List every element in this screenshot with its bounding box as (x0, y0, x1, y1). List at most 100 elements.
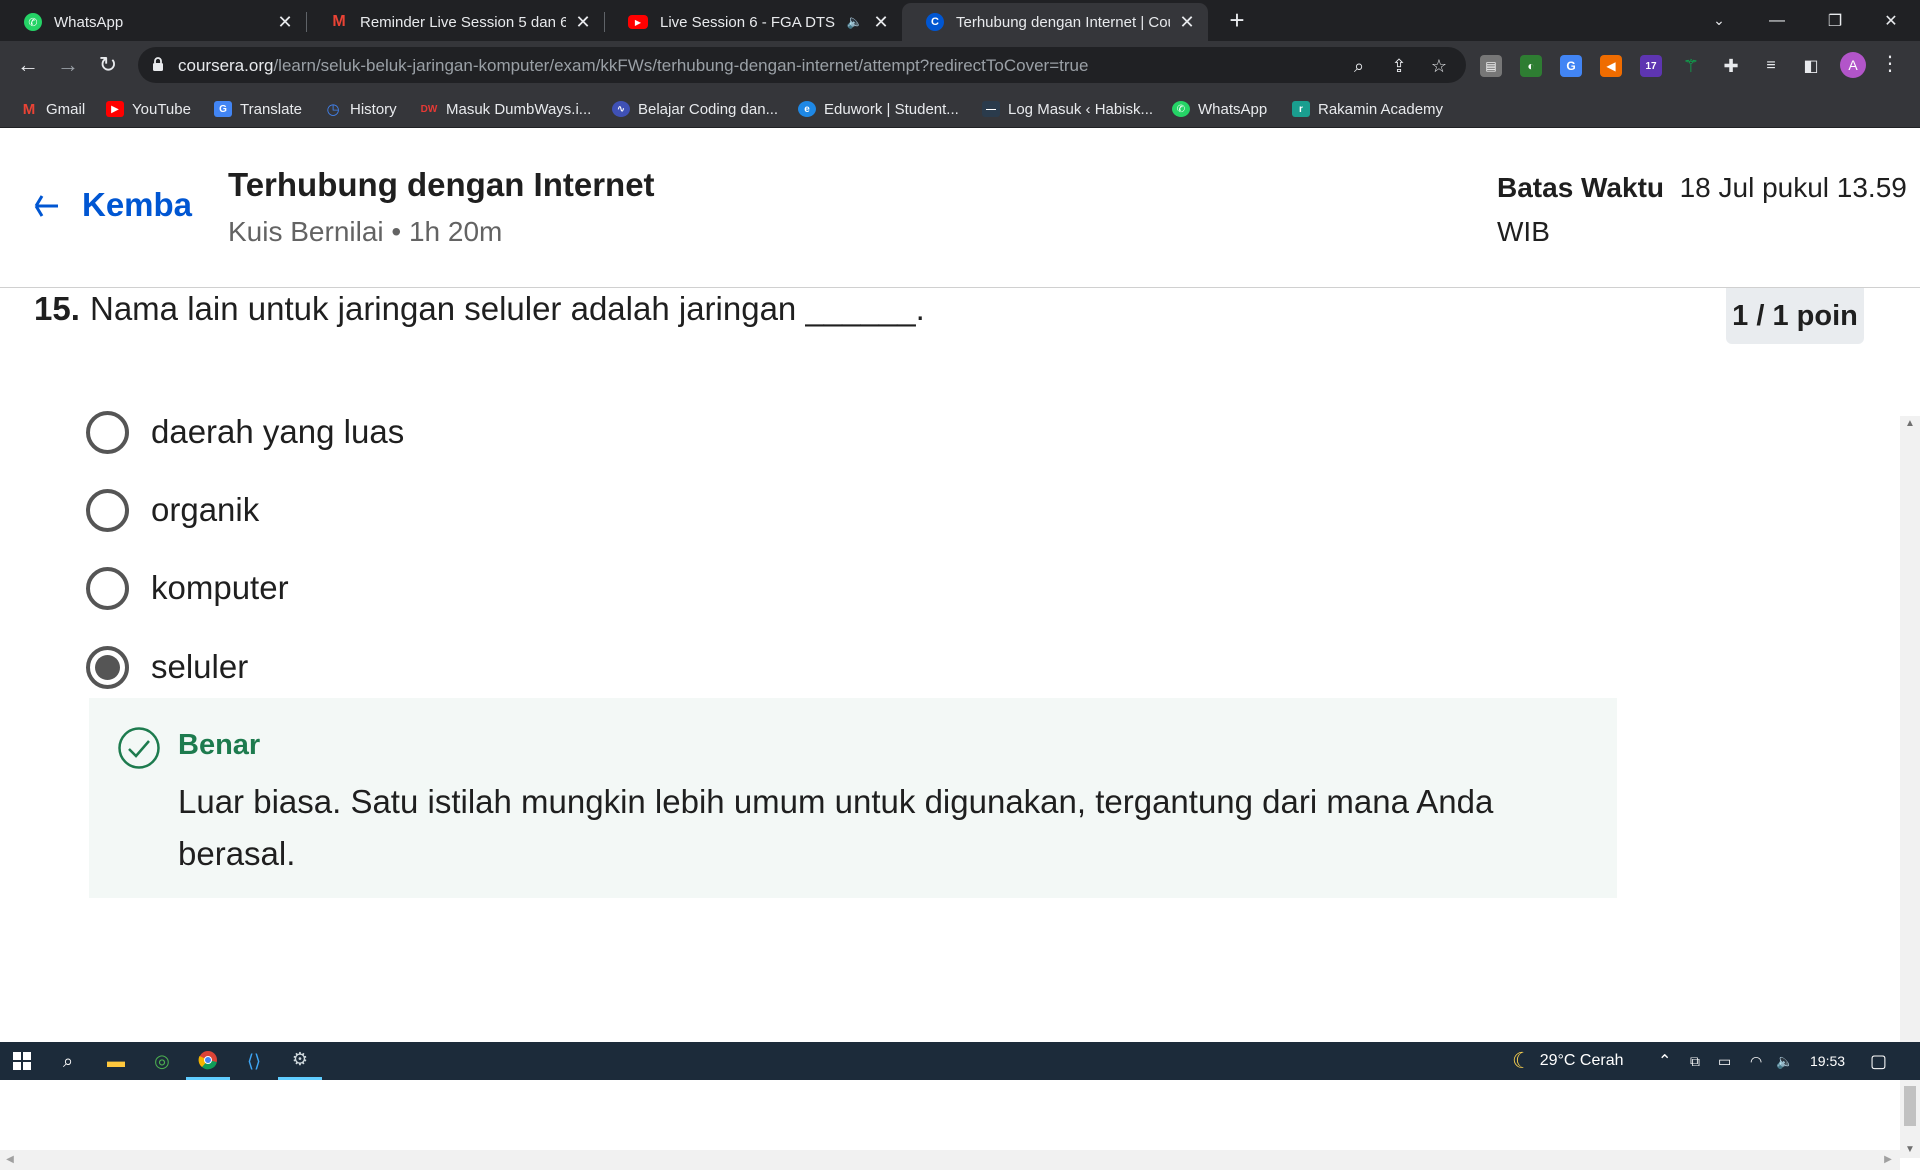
share-icon[interactable]: ⇪ (1388, 55, 1410, 77)
dumbways-icon: DW (420, 103, 438, 115)
coursera-icon: C (926, 13, 944, 31)
bookmark-history[interactable]: ◷ History (324, 98, 396, 120)
google-translate-icon[interactable]: G (1560, 55, 1582, 77)
bookmark-habisk[interactable]: — Log Masuk ‹ Habisk... (982, 98, 1153, 120)
extension-icon[interactable]: ◀ (1600, 55, 1622, 77)
wifi-icon[interactable]: ◠ (1750, 1042, 1762, 1080)
battery-icon[interactable]: ▭ (1718, 1042, 1731, 1080)
mute-icon[interactable]: 🔈 (846, 14, 864, 30)
rakamin-icon: r (1292, 101, 1310, 117)
habisk-icon: — (982, 101, 1000, 117)
bookmark-label: WhatsApp (1198, 100, 1268, 118)
answer-option[interactable]: seluler (86, 643, 248, 691)
vscode-icon[interactable]: ⟨⟩ (232, 1042, 276, 1080)
radio-dot (95, 654, 120, 680)
tab-youtube[interactable]: ▶ Live Session 6 - FGA DTS Alu 🔈 ✕ (604, 3, 902, 41)
bookmark-youtube[interactable]: ▶ YouTube (106, 98, 191, 120)
chrome-icon[interactable] (186, 1042, 230, 1080)
tab-search-icon[interactable]: ⌄ (1690, 0, 1748, 41)
media-control-icon[interactable]: ≡ (1760, 55, 1782, 77)
eduwork-icon: e (798, 101, 816, 117)
scroll-left-icon[interactable]: ◀ (4, 1154, 16, 1166)
option-label: seluler (151, 648, 249, 685)
back-button[interactable]: ← (12, 49, 44, 81)
bookmark-label: YouTube (132, 100, 191, 118)
app-icon[interactable]: ◎ (140, 1042, 184, 1080)
bookmark-dicoding[interactable]: ∿ Belajar Coding dan... (612, 98, 778, 120)
restore-button[interactable]: ❐ (1806, 0, 1864, 41)
bookmark-label: Belajar Coding dan... (638, 100, 779, 118)
side-panel-icon[interactable]: ◧ (1800, 55, 1822, 77)
forward-button[interactable]: → (52, 49, 84, 81)
tab-coursera[interactable]: C Terhubung dengan Internet | Cou ✕ (902, 3, 1208, 41)
page-title: Terhubung dengan Internet (228, 166, 655, 203)
radio-button[interactable] (86, 566, 129, 610)
file-explorer-icon[interactable]: ▬ (94, 1042, 138, 1080)
quiz-header: Kembali Terhubung dengan Internet Kuis B… (0, 128, 1920, 288)
answer-option[interactable]: daerah yang luas (86, 408, 404, 456)
radio-button-selected[interactable] (86, 645, 129, 689)
zoom-icon[interactable]: ⌕ (1348, 55, 1370, 77)
bookmark-star-icon[interactable]: ☆ (1428, 55, 1450, 77)
windows-start-icon[interactable] (0, 1042, 44, 1080)
extension-icon[interactable]: ⚚ (1680, 55, 1702, 77)
show-hidden-icons[interactable]: ⌃ (1658, 1042, 1671, 1080)
question-number: 15. (34, 290, 80, 327)
horizontal-scrollbar[interactable]: ◀ ▶ (0, 1150, 1900, 1170)
notification-icon[interactable]: ▢ (1870, 1042, 1887, 1080)
back-arrow-icon[interactable] (32, 188, 60, 224)
close-tab-icon[interactable]: ✕ (574, 12, 592, 33)
scroll-up-icon[interactable]: ▲ (1904, 418, 1916, 430)
scroll-right-icon[interactable]: ▶ (1882, 1154, 1894, 1166)
new-tab-button[interactable]: + (1222, 6, 1252, 36)
tab-title: Terhubung dengan Internet | Cou (956, 13, 1170, 31)
tab-strip: ✆ WhatsApp ✕ M Reminder Live Session 5 d… (0, 0, 1920, 41)
answer-option[interactable]: organik (86, 486, 259, 534)
address-bar[interactable]: coursera.org/learn/seluk-beluk-jaringan-… (138, 47, 1466, 83)
extension-icon[interactable]: ◐ (1520, 55, 1542, 77)
tab-gmail[interactable]: M Reminder Live Session 5 dan 6 - F ✕ (306, 3, 604, 41)
answer-option[interactable]: komputer (86, 564, 289, 612)
bookmark-gmail[interactable]: M Gmail (20, 98, 85, 120)
menu-icon[interactable]: ⋮ (1880, 53, 1900, 77)
check-circle-icon (118, 727, 160, 769)
close-window-button[interactable]: ✕ (1862, 0, 1920, 41)
bookmark-rakamin[interactable]: r Rakamin Academy (1292, 98, 1443, 120)
bookmark-dumbways[interactable]: DW Masuk DumbWays.i... (420, 98, 592, 120)
clock[interactable]: 19:53 (1810, 1042, 1845, 1080)
bookmark-label: Translate (240, 100, 302, 118)
bookmark-translate[interactable]: G Translate (214, 98, 302, 120)
close-tab-icon[interactable]: ✕ (276, 12, 294, 33)
minimize-button[interactable]: — (1748, 0, 1806, 41)
feedback-message: Luar biasa. Satu istilah mungkin lebih u… (178, 783, 1494, 872)
url-host: coursera.org (178, 56, 274, 75)
whatsapp-icon: ✆ (1172, 101, 1190, 117)
lock-icon (153, 57, 163, 71)
tab-whatsapp[interactable]: ✆ WhatsApp ✕ (0, 3, 306, 41)
dicoding-icon: ∿ (612, 101, 630, 117)
close-tab-icon[interactable]: ✕ (1178, 12, 1196, 33)
youtube-icon: ▶ (628, 15, 648, 29)
reload-button[interactable]: ↻ (92, 49, 124, 81)
app-icon[interactable]: ⚙ (278, 1042, 322, 1080)
bookmark-eduwork[interactable]: e Eduwork | Student... (798, 98, 959, 120)
extension-badge-icon[interactable]: 17 (1640, 55, 1662, 77)
search-icon[interactable]: ⌕ (46, 1042, 90, 1080)
radio-button[interactable] (86, 410, 129, 454)
profile-avatar[interactable]: A (1840, 52, 1866, 78)
weather-widget[interactable]: ☾ 29°C Cerah (1512, 1042, 1624, 1080)
close-tab-icon[interactable]: ✕ (872, 12, 890, 33)
option-label: daerah yang luas (151, 413, 405, 450)
scroll-down-icon[interactable]: ▼ (1904, 1144, 1916, 1156)
back-link[interactable]: Kembali (82, 186, 194, 224)
extension-icon[interactable]: ▤ (1480, 55, 1502, 77)
option-label: komputer (151, 569, 289, 606)
meet-now-icon[interactable]: ⧉ (1690, 1042, 1700, 1080)
volume-icon[interactable]: 🔈 (1776, 1042, 1793, 1080)
puzzle-icon[interactable]: ✚ (1720, 55, 1742, 77)
bookmark-label: Eduwork | Student... (824, 100, 959, 118)
scrollbar-thumb[interactable] (1904, 1086, 1916, 1126)
bookmark-whatsapp[interactable]: ✆ WhatsApp (1172, 98, 1267, 120)
whatsapp-icon: ✆ (24, 13, 42, 31)
radio-button[interactable] (86, 488, 129, 532)
